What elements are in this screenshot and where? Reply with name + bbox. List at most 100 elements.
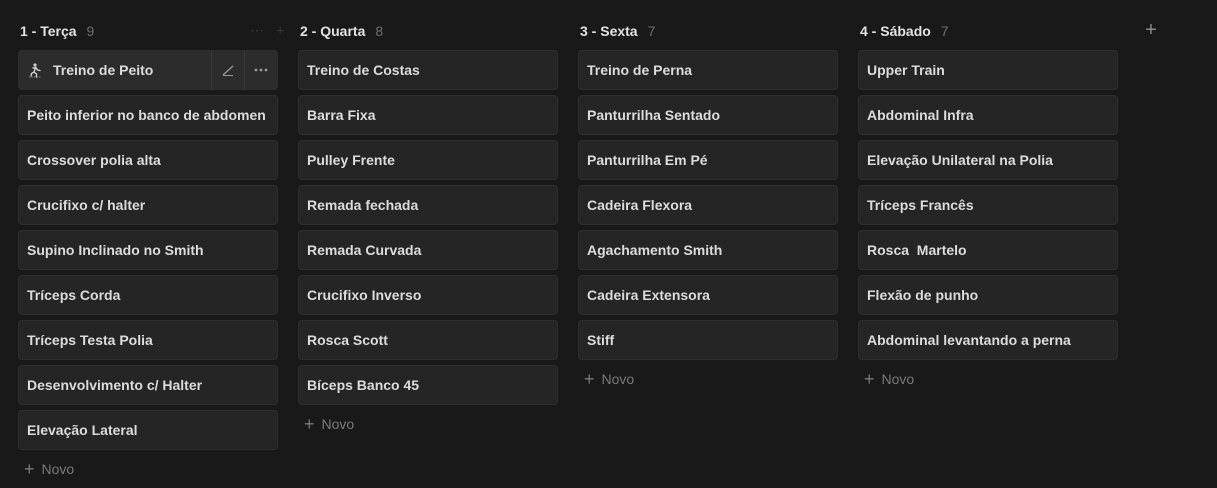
card-title: Abdominal levantando a perna [867, 332, 1071, 348]
card[interactable]: Elevação Lateral [18, 410, 278, 450]
plus-icon: + [864, 369, 875, 389]
column-header[interactable]: 3 - Sexta 7 [580, 22, 655, 40]
kanban-board: 1 - Terça 9 ⋯ + Treino de Peito Peito in… [0, 0, 1217, 488]
column-header[interactable]: 4 - Sábado 7 [860, 22, 949, 40]
card-title: Upper Train [867, 62, 945, 78]
card[interactable]: Abdominal levantando a perna [858, 320, 1118, 360]
card-title: Rosca Scott [307, 332, 388, 348]
card[interactable]: Cadeira Extensora [578, 275, 838, 315]
card[interactable]: Tríceps Francês [858, 185, 1118, 225]
card-title: Tríceps Testa Polia [27, 332, 153, 348]
column-title: 4 - Sábado [860, 23, 931, 39]
card[interactable]: Pulley Frente [298, 140, 558, 180]
plus-icon: + [24, 459, 35, 479]
new-card-button[interactable]: + Novo [578, 368, 838, 390]
new-card-label: Novo [41, 461, 75, 477]
card-title: Crossover polia alta [27, 152, 161, 168]
card[interactable]: Remada Curvada [298, 230, 558, 270]
more-icon[interactable] [244, 51, 277, 89]
card[interactable]: Stiff [578, 320, 838, 360]
card-title: Remada fechada [307, 197, 419, 213]
card[interactable]: Barra Fixa [298, 95, 558, 135]
card-list: Treino de Perna Panturrilha Sentado Pant… [578, 50, 838, 390]
card-title: Barra Fixa [307, 107, 376, 123]
card-title: Elevação Unilateral na Polia [867, 152, 1053, 168]
card-actions [211, 51, 277, 89]
card[interactable]: Tríceps Testa Polia [18, 320, 278, 360]
card-title: Rosca Martelo [867, 242, 967, 258]
card[interactable]: Panturrilha Sentado [578, 95, 838, 135]
plus-icon[interactable]: + [276, 22, 284, 39]
card[interactable]: Rosca Scott [298, 320, 558, 360]
card-title: Crucifixo c/ halter [27, 197, 146, 213]
new-card-label: Novo [321, 416, 355, 432]
new-card-button[interactable]: + Novo [18, 458, 278, 480]
card[interactable]: Tríceps Corda [18, 275, 278, 315]
card-title: Stiff [587, 332, 615, 348]
column-title: 2 - Quarta [300, 23, 366, 39]
card-title: Panturrilha Sentado [587, 107, 721, 123]
column-title: 1 - Terça [20, 23, 77, 39]
add-group-button[interactable]: + [1142, 19, 1160, 41]
column-count: 8 [375, 23, 384, 39]
card[interactable]: Rosca Martelo [858, 230, 1118, 270]
card-title: Cadeira Flexora [587, 197, 693, 213]
card[interactable]: Panturrilha Em Pé [578, 140, 838, 180]
card-list: Upper Train Abdominal Infra Elevação Uni… [858, 50, 1118, 390]
card-title: Supino Inclinado no Smith [27, 242, 204, 258]
column-count: 7 [940, 23, 949, 39]
card[interactable]: Flexão de punho [858, 275, 1118, 315]
card[interactable]: Crucifixo Inverso [298, 275, 558, 315]
card[interactable]: Peito inferior no banco de abdomen [18, 95, 278, 135]
card-title: Treino de Peito [53, 62, 154, 78]
card-title: Peito inferior no banco de abdomen [27, 107, 266, 123]
card[interactable]: Desenvolvimento c/ Halter [18, 365, 278, 405]
card-list: Treino de Peito Peito inferior no banco … [18, 50, 278, 480]
card-title: Treino de Costas [307, 62, 420, 78]
card[interactable]: Treino de Costas [298, 50, 558, 90]
card[interactable]: Crucifixo c/ halter [18, 185, 278, 225]
card[interactable]: Crossover polia alta [18, 140, 278, 180]
card-title: Pulley Frente [307, 152, 395, 168]
edit-icon[interactable] [211, 51, 244, 89]
card-title: Crucifixo Inverso [307, 287, 422, 303]
more-icon[interactable]: ⋯ [250, 22, 264, 39]
card-title: Desenvolvimento c/ Halter [27, 377, 203, 393]
card[interactable]: Cadeira Flexora [578, 185, 838, 225]
new-card-button[interactable]: + Novo [298, 413, 558, 435]
new-card-button[interactable]: + Novo [858, 368, 1118, 390]
new-card-label: Novo [881, 371, 915, 387]
plus-icon: + [1145, 18, 1157, 41]
card-title: Flexão de punho [867, 287, 979, 303]
column-count: 9 [86, 23, 95, 39]
card[interactable]: Treino de Perna [578, 50, 838, 90]
column-header[interactable]: 1 - Terça 9 [20, 22, 94, 40]
card[interactable]: Abdominal Infra [858, 95, 1118, 135]
card-title: Cadeira Extensora [587, 287, 710, 303]
card-title: Treino de Perna [587, 62, 693, 78]
card-title: Tríceps Francês [867, 197, 974, 213]
card-title: Remada Curvada [307, 242, 422, 258]
card[interactable]: Agachamento Smith [578, 230, 838, 270]
column-count: 7 [647, 23, 656, 39]
card[interactable]: Treino de Peito [18, 50, 278, 90]
plus-icon: + [304, 414, 315, 434]
card-title: Agachamento Smith [587, 242, 723, 258]
card[interactable]: Supino Inclinado no Smith [18, 230, 278, 270]
card-title: Bíceps Banco 45 [307, 377, 420, 393]
card[interactable]: Remada fechada [298, 185, 558, 225]
card-title: Elevação Lateral [27, 422, 138, 438]
plus-icon: + [584, 369, 595, 389]
card[interactable]: Elevação Unilateral na Polia [858, 140, 1118, 180]
column-header-actions: ⋯ + [250, 22, 284, 39]
card-title: Tríceps Corda [27, 287, 121, 303]
card-title: Abdominal Infra [867, 107, 974, 123]
column-title: 3 - Sexta [580, 23, 638, 39]
exercise-icon [27, 62, 43, 78]
new-card-label: Novo [601, 371, 635, 387]
card-title: Panturrilha Em Pé [587, 152, 708, 168]
card-list: Treino de Costas Barra Fixa Pulley Frent… [298, 50, 558, 435]
card[interactable]: Upper Train [858, 50, 1118, 90]
column-header[interactable]: 2 - Quarta 8 [300, 22, 383, 40]
card[interactable]: Bíceps Banco 45 [298, 365, 558, 405]
